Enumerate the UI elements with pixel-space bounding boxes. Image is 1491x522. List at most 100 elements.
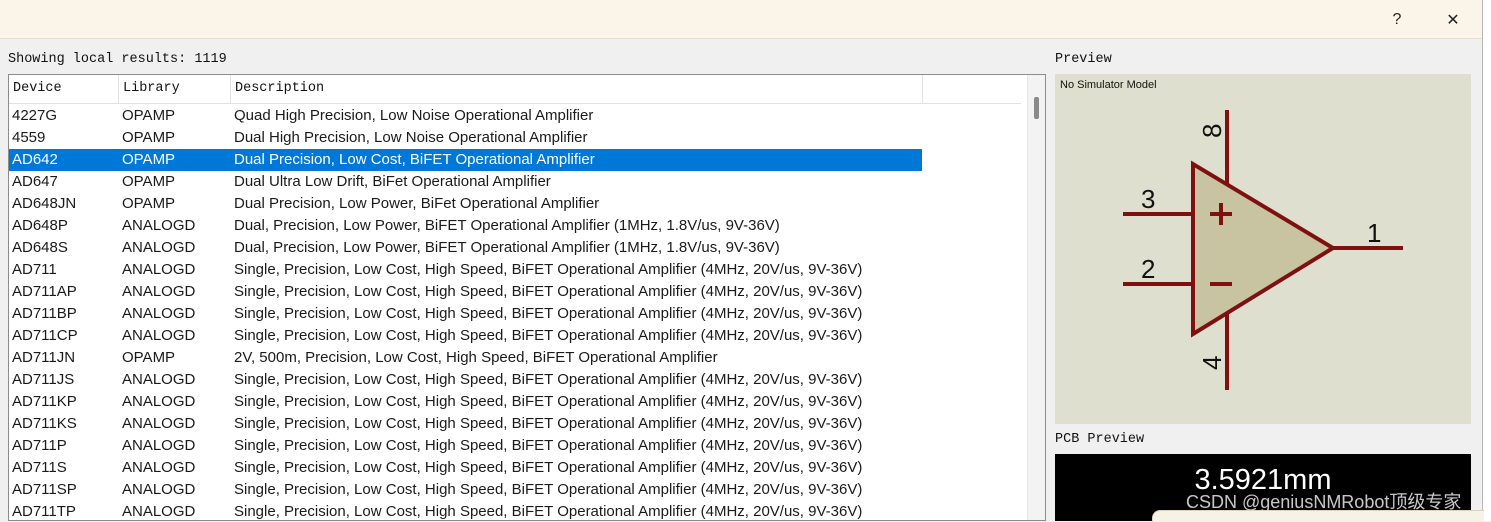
dialog-titlebar: ? ✕ bbox=[0, 0, 1483, 39]
device-cell: AD711AP bbox=[12, 283, 77, 300]
library-cell: OPAMP bbox=[122, 173, 176, 190]
preview-label: Preview bbox=[1055, 52, 1112, 67]
library-cell: ANALOGD bbox=[122, 239, 196, 256]
pcb-preview-label: PCB Preview bbox=[1055, 432, 1145, 447]
description-cell: Single, Precision, Low Cost, High Speed,… bbox=[234, 459, 863, 476]
library-cell: ANALOGD bbox=[122, 393, 196, 410]
no-simulator-model-text: No Simulator Model bbox=[1060, 79, 1157, 91]
table-row[interactable]: AD647 OPAMP Dual Ultra Low Drift, BiFet Op… bbox=[9, 171, 922, 193]
pin-label-4: 4 bbox=[1197, 356, 1227, 370]
description-cell: Dual Precision, Low Cost, BiFET Operatio… bbox=[234, 151, 595, 168]
table-row[interactable]: AD648P ANALOGD Dual, Precision, Low Power,… bbox=[9, 215, 922, 237]
device-cell: 4227G bbox=[12, 107, 58, 124]
column-header-library[interactable]: Library bbox=[119, 75, 231, 103]
close-button[interactable]: ✕ bbox=[1438, 6, 1468, 34]
results-list[interactable]: Device Library Description 4227G OPAMP Qua… bbox=[8, 74, 1046, 521]
description-cell: Single, Precision, Low Cost, High Speed,… bbox=[234, 437, 863, 454]
description-cell: Dual, Precision, Low Power, BiFET Operat… bbox=[234, 239, 780, 256]
table-row[interactable]: AD711S ANALOGD Single, Precision, Low Cost… bbox=[9, 457, 922, 479]
library-cell: ANALOGD bbox=[122, 327, 196, 344]
library-cell: OPAMP bbox=[122, 349, 176, 366]
description-cell: Single, Precision, Low Cost, High Speed,… bbox=[234, 503, 863, 520]
library-cell: OPAMP bbox=[122, 151, 176, 168]
table-row[interactable]: AD711P ANALOGD Single, Precision, Low Cost… bbox=[9, 435, 922, 457]
table-row[interactable]: AD711AP ANALOGD Single, Precision, Low Cos… bbox=[9, 281, 922, 303]
device-cell: AD648JN bbox=[12, 195, 77, 212]
device-cell: AD711JS bbox=[12, 371, 75, 388]
schematic-preview: No Simulator Model 3 2 1 8 4 bbox=[1055, 74, 1471, 424]
pin-label-2: 2 bbox=[1141, 254, 1155, 284]
description-cell: Quad High Precision, Low Noise Operation… bbox=[234, 107, 594, 124]
table-row[interactable]: AD648S ANALOGD Dual, Precision, Low Power,… bbox=[9, 237, 922, 259]
column-header-description[interactable]: Description bbox=[231, 75, 923, 103]
library-cell: ANALOGD bbox=[122, 371, 196, 388]
device-cell: AD642 bbox=[12, 151, 58, 168]
description-cell: Single, Precision, Low Cost, High Speed,… bbox=[234, 481, 863, 498]
table-row[interactable]: AD711KS ANALOGD Single, Precision, Low Cos… bbox=[9, 413, 922, 435]
pin-label-1: 1 bbox=[1367, 218, 1381, 248]
device-cell: 4559 bbox=[12, 129, 46, 146]
description-cell: Dual Precision, Low Power, BiFet Operati… bbox=[234, 195, 600, 212]
description-cell: 2V, 500m, Precision, Low Cost, High Spee… bbox=[234, 349, 718, 366]
column-header-device[interactable]: Device bbox=[9, 75, 119, 103]
library-cell: ANALOGD bbox=[122, 437, 196, 454]
description-cell: Single, Precision, Low Cost, High Speed,… bbox=[234, 327, 863, 344]
library-cell: ANALOGD bbox=[122, 503, 196, 520]
list-header: Device Library Description bbox=[9, 75, 1021, 104]
pin-label-8: 8 bbox=[1197, 124, 1227, 138]
device-cell: AD711TP bbox=[12, 503, 76, 520]
table-row[interactable]: AD711JN OPAMP 2V, 500m, Precision, Low Cos… bbox=[9, 347, 922, 369]
table-row[interactable]: AD642 OPAMP Dual Precision, Low Cost, BiFE… bbox=[9, 149, 922, 171]
table-row[interactable]: AD711BP ANALOGD Single, Precision, Low Cos… bbox=[9, 303, 922, 325]
library-cell: ANALOGD bbox=[122, 217, 196, 234]
description-cell: Single, Precision, Low Cost, High Speed,… bbox=[234, 393, 863, 410]
library-cell: OPAMP bbox=[122, 195, 176, 212]
table-row[interactable]: AD711SP ANALOGD Single, Precision, Low Cos… bbox=[9, 479, 922, 501]
device-cell: AD711CP bbox=[12, 327, 78, 344]
opamp-symbol: 3 2 1 8 4 bbox=[1123, 110, 1403, 390]
description-cell: Single, Precision, Low Cost, High Speed,… bbox=[234, 283, 863, 300]
device-cell: AD711KS bbox=[12, 415, 77, 432]
device-cell: AD711 bbox=[12, 261, 57, 278]
library-cell: ANALOGD bbox=[122, 283, 196, 300]
table-row[interactable]: AD648JN OPAMP Dual Precision, Low Power, B… bbox=[9, 193, 922, 215]
popup-corner bbox=[1152, 510, 1484, 522]
table-row[interactable]: AD711 ANALOGD Single, Precision, Low Cost,… bbox=[9, 259, 922, 281]
help-button[interactable]: ? bbox=[1382, 6, 1412, 34]
library-cell: ANALOGD bbox=[122, 415, 196, 432]
vertical-scrollbar[interactable] bbox=[1027, 75, 1045, 520]
table-row[interactable]: AD711CP ANALOGD Single, Precision, Low Cos… bbox=[9, 325, 922, 347]
device-cell: AD711S bbox=[12, 459, 67, 476]
table-row[interactable]: AD711JS ANALOGD Single, Precision, Low Cos… bbox=[9, 369, 922, 391]
opamp-triangle bbox=[1191, 160, 1337, 338]
table-row[interactable]: AD711KP ANALOGD Single, Precision, Low Cos… bbox=[9, 391, 922, 413]
table-row[interactable]: 4227G OPAMP Quad High Precision, Low Noise… bbox=[9, 105, 922, 127]
description-cell: Dual, Precision, Low Power, BiFET Operat… bbox=[234, 217, 780, 234]
library-cell: ANALOGD bbox=[122, 305, 196, 322]
device-cell: AD711P bbox=[12, 437, 67, 454]
device-cell: AD711KP bbox=[12, 393, 77, 410]
window-edge bbox=[1482, 0, 1491, 521]
device-cell: AD711BP bbox=[12, 305, 77, 322]
pin-label-3: 3 bbox=[1141, 184, 1155, 214]
device-cell: AD711SP bbox=[12, 481, 77, 498]
table-row[interactable]: AD711TP ANALOGD Single, Precision, Low Cos… bbox=[9, 501, 922, 520]
device-cell: AD648P bbox=[12, 217, 68, 234]
device-cell: AD711JN bbox=[12, 349, 76, 366]
library-cell: OPAMP bbox=[122, 107, 176, 124]
device-cell: AD648S bbox=[12, 239, 68, 256]
library-cell: OPAMP bbox=[122, 129, 176, 146]
library-cell: ANALOGD bbox=[122, 459, 196, 476]
description-cell: Dual High Precision, Low Noise Operation… bbox=[234, 129, 588, 146]
description-cell: Single, Precision, Low Cost, High Speed,… bbox=[234, 261, 863, 278]
description-cell: Single, Precision, Low Cost, High Speed,… bbox=[234, 305, 863, 322]
table-row[interactable]: 4559 OPAMP Dual High Precision, Low Noise … bbox=[9, 127, 922, 149]
library-cell: ANALOGD bbox=[122, 481, 196, 498]
description-cell: Single, Precision, Low Cost, High Speed,… bbox=[234, 415, 863, 432]
library-cell: ANALOGD bbox=[122, 261, 196, 278]
description-cell: Single, Precision, Low Cost, High Speed,… bbox=[234, 371, 863, 388]
scrollbar-thumb[interactable] bbox=[1034, 97, 1039, 119]
device-cell: AD647 bbox=[12, 173, 58, 190]
list-rows: 4227G OPAMP Quad High Precision, Low Noise… bbox=[9, 105, 1031, 520]
results-count-label: Showing local results: 1119 bbox=[8, 52, 227, 67]
